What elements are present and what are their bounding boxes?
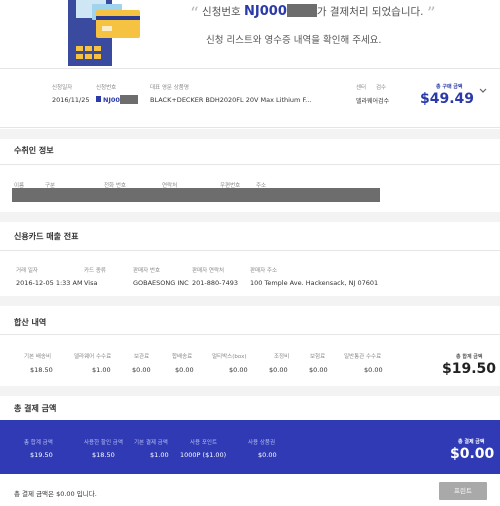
fee-consolidation-label: 합배송료 <box>172 354 193 360</box>
open-quote-icon: “ <box>190 4 199 24</box>
pay-points: 1000P ($1.00) <box>180 451 227 459</box>
product-label: 대표 영문 상품명 <box>150 85 189 91</box>
card-col-seller-address: 판매자 주소 <box>250 268 278 274</box>
card-col-date: 거래 일자 <box>16 268 38 274</box>
redacted-order-number <box>286 4 317 17</box>
print-button[interactable]: 프린트 <box>439 482 487 500</box>
fee-delaware-label: 델라웨어 수수료 <box>74 354 112 360</box>
seller-address: 100 Temple Ave. Hackensack, NJ 07601 <box>250 279 379 287</box>
fee-adjust-label: 조정비 <box>274 354 290 360</box>
seller-id: GOBAESONG INC <box>133 279 189 287</box>
fee-multibox: $0.00 <box>229 366 248 374</box>
order-date: 2016/11/25 <box>52 96 90 104</box>
fee-adjust: $0.00 <box>269 366 288 374</box>
fee-storage: $0.00 <box>132 366 151 374</box>
payment-complete-message: “ 신청번호 NJ000 가 결제처리 되었습니다. ” <box>190 4 490 24</box>
inspection-status: 델라웨어검수 <box>356 98 390 105</box>
fee-storage-label: 보관료 <box>134 354 150 360</box>
fee-consolidation: $0.00 <box>175 366 194 374</box>
section-separator <box>0 296 500 306</box>
close-quote-icon: ” <box>426 4 436 24</box>
sum-total-label: 총 합계 금액 <box>456 354 483 360</box>
redacted-recipient-info <box>12 188 380 202</box>
hero-instruction: 신청 리스트와 영수증 내역을 확인해 주세요. <box>206 35 382 46</box>
chevron-down-icon[interactable] <box>478 86 488 96</box>
card-terminal-illustration <box>68 0 140 66</box>
order-summary-row[interactable]: 신청일자 2016/11/25 신청번호 NJ000 대표 영문 상품명 BLA… <box>0 68 500 128</box>
total-purchase-label: 총 구매 금액 <box>436 84 463 90</box>
sum-section-title: 합산 내역 <box>14 318 47 327</box>
card-slip-section-title: 신용카드 매출 전표 <box>14 232 79 241</box>
section-separator <box>0 212 500 222</box>
divider <box>0 164 500 165</box>
section-separator <box>0 386 500 396</box>
card-type: Visa <box>84 279 98 287</box>
pay-basic: $1.00 <box>150 451 169 459</box>
recipient-section-title: 수취인 정보 <box>14 146 54 155</box>
fee-customs-label: 일반통관 수수료 <box>344 354 382 360</box>
sum-total-amount: $19.50 <box>442 361 497 377</box>
hero-message-suffix: 가 결제처리 되었습니다. <box>316 6 424 18</box>
pay-total-amount: $0.00 <box>450 446 495 462</box>
fee-basic-shipping-label: 기본 배송비 <box>24 354 52 360</box>
section-separator <box>0 129 500 139</box>
fee-multibox-label: 멀티박스(box) <box>212 354 247 360</box>
center-label: 센터 <box>356 85 367 91</box>
product-name: BLACK+DECKER BDH2020FL 20V Max Lithium F… <box>150 96 312 104</box>
divider <box>0 250 500 251</box>
divider <box>0 334 500 335</box>
hero-order-number: NJ000 <box>244 4 287 19</box>
payment-summary-band: 총 합계 금액 사용한 할인 금액 기본 결제 금액 사용 포인트 사용 상품권… <box>0 420 500 474</box>
transaction-date: 2016-12-05 1:33 AM <box>16 279 83 287</box>
fee-insurance-label: 보험료 <box>310 354 326 360</box>
pay-col-voucher-label: 사용 상품권 <box>248 440 276 446</box>
pay-discount: $18.50 <box>92 451 115 459</box>
total-purchase-amount: $49.49 <box>420 91 475 107</box>
date-label: 신청일자 <box>52 85 73 91</box>
order-flag-icon <box>96 96 101 102</box>
pay-col-points-label: 사용 포인트 <box>190 440 218 446</box>
card-col-seller-phone: 판매자 연락처 <box>192 268 225 274</box>
pay-col-total-label: 총 합계 금액 <box>24 440 53 446</box>
pay-col-discount-label: 사용한 할인 금액 <box>84 440 123 446</box>
pay-col-basic-label: 기본 결제 금액 <box>134 440 168 446</box>
fee-insurance: $0.00 <box>309 366 328 374</box>
order-number-label: 신청번호 <box>96 85 117 91</box>
fee-delaware: $1.00 <box>92 366 111 374</box>
hero-request-label: 신청번호 <box>202 6 241 18</box>
seller-phone: 201-880-7493 <box>192 279 239 287</box>
redacted-order-number <box>120 95 138 104</box>
payment-section-title: 총 결제 금액 <box>14 404 57 413</box>
pay-total-label: 총 결제 금액 <box>458 439 485 445</box>
fee-customs: $0.00 <box>364 366 383 374</box>
fee-basic-shipping: $18.50 <box>30 366 53 374</box>
inspection-label: 검수 <box>376 85 387 91</box>
card-col-seller-id: 판매자 번호 <box>133 268 161 274</box>
payment-complete-banner: “ 신청번호 NJ000 가 결제처리 되었습니다. ” 신청 리스트와 영수증 … <box>0 0 500 66</box>
pay-voucher: $0.00 <box>258 451 277 459</box>
pay-total: $19.50 <box>30 451 53 459</box>
payment-total-summary: 총 결제 금액은 $0.00 입니다. <box>14 490 97 498</box>
card-col-type: 카드 종류 <box>84 268 106 274</box>
